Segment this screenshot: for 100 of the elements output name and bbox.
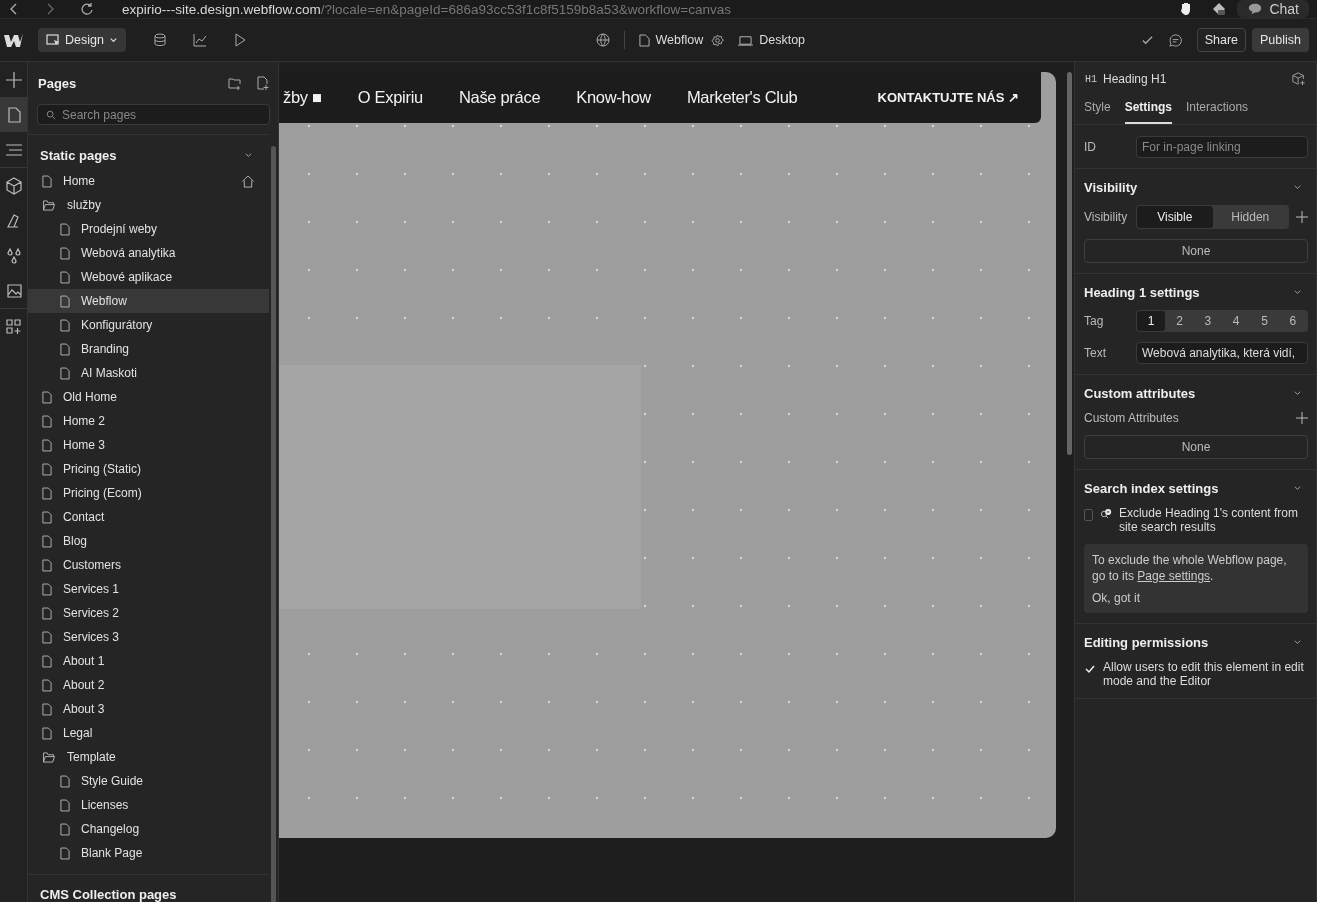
section-header[interactable]: Static pages [28,141,269,169]
page-item[interactable]: Old Home [28,385,269,409]
address-bar[interactable]: expirio---site.design.webflow.com/?locale=en&pageId=686a93cc53f1c8f5159b8a53&workflow=canvas [122,1,732,17]
page-icon [60,294,70,308]
page-item[interactable]: Services 1 [28,577,269,601]
new-folder-icon[interactable] [228,76,242,90]
segment-option[interactable]: Visible [1137,206,1213,228]
page-item[interactable]: Changelog [28,817,269,841]
page-item[interactable]: Licenses [28,793,269,817]
page-item[interactable]: About 3 [28,697,269,721]
design-mode-button[interactable]: Design [38,28,126,52]
nav-link[interactable]: Naše práce [458,88,541,107]
page-item[interactable]: Webová analytika [28,241,269,265]
page-item[interactable]: Pricing (Ecom) [28,481,269,505]
page-icon [42,558,52,572]
nav-link[interactable]: žby ■ [283,88,322,107]
page-item[interactable]: Webflow [28,289,269,313]
page-icon [60,822,70,836]
settings-icon[interactable] [711,33,725,47]
page-item[interactable]: Home 3 [28,433,269,457]
chart-icon[interactable] [192,33,207,47]
breakpoint-selector[interactable]: Desktop [738,33,806,47]
logo-icon[interactable] [4,33,24,47]
globe-icon[interactable] [595,33,610,47]
page-item[interactable]: Branding [28,337,269,361]
field-label: ID [1084,140,1097,154]
page-icon [42,630,52,644]
page-icon [60,798,70,812]
page-item[interactable]: Prodejní weby [28,217,269,241]
chevron-icon[interactable] [1293,288,1302,297]
page-icon [42,702,52,716]
component-icon[interactable] [1292,72,1306,86]
nav-link[interactable]: O Expiriu [357,88,423,107]
comment-icon[interactable] [1167,32,1183,48]
page-item[interactable]: Customers [28,553,269,577]
tag-option[interactable]: 4 [1222,311,1251,331]
page-icon [60,222,70,236]
panel-tab[interactable]: Interactions [1186,96,1249,124]
page-item[interactable]: Blog [28,529,269,553]
page-icon [60,342,70,356]
id-field[interactable]: For in-page linking [1136,136,1308,158]
page-item[interactable]: AI Maskoti [28,361,269,385]
add-icon[interactable] [1296,211,1308,223]
database-icon[interactable] [152,33,167,47]
checkbox[interactable] [1084,509,1093,521]
value-box[interactable]: None [1084,435,1308,459]
segment-option[interactable]: Hidden [1212,206,1288,228]
tag-option[interactable]: 6 [1278,311,1307,331]
page-item[interactable]: Contact [28,505,269,529]
page-item[interactable]: Blank Page [28,841,269,865]
chat-button[interactable]: Chat [1237,0,1309,18]
cursor-frame-icon [46,33,60,47]
page-icon [60,774,70,788]
nav-link[interactable]: Marketer's Club [686,88,798,107]
page-item[interactable]: Style Guide [28,769,269,793]
share-button[interactable]: Share [1196,28,1246,52]
dismiss-link[interactable]: Ok, got it [1092,591,1300,605]
tag-option[interactable]: 3 [1193,311,1222,331]
page-item[interactable]: Webové aplikace [28,265,269,289]
add-icon[interactable] [1296,412,1308,424]
tag-option[interactable]: 5 [1250,311,1279,331]
folder-icon [42,199,56,211]
tag-option[interactable]: 1 [1137,311,1166,331]
panel-tab[interactable]: Style [1084,96,1111,124]
publish-button[interactable]: Publish [1252,28,1309,52]
page-item[interactable]: About 2 [28,673,269,697]
page-item[interactable]: About 1 [28,649,269,673]
text-field[interactable]: Webová analytika, která vidí, [1136,342,1308,364]
nav-link[interactable]: Know-how [576,88,651,107]
play-icon[interactable] [232,33,247,47]
page-icon [42,582,52,596]
chevron-icon[interactable] [1293,389,1302,398]
page-item[interactable]: Services 2 [28,601,269,625]
page-item[interactable]: Services 3 [28,625,269,649]
page-item[interactable]: Home 2 [28,409,269,433]
folder-item[interactable]: Template [28,745,269,769]
section-header[interactable]: CMS Collection pages [28,874,269,902]
page-icon[interactable] [0,97,27,132]
chevron-icon[interactable] [1293,638,1302,647]
new-page-icon[interactable] [256,76,270,90]
page-selector[interactable]: Webflow [638,33,704,47]
page-item[interactable]: Home [28,169,269,193]
chevron-icon[interactable] [1293,183,1302,192]
reload-icon[interactable] [80,2,94,16]
chevron-icon[interactable] [1293,484,1302,493]
panel-tab[interactable]: Settings [1124,96,1173,124]
checkbox-label: Exclude Heading 1's content from site search results [1118,506,1299,534]
page-icon [60,270,70,284]
checkbox[interactable] [1084,663,1096,675]
page-item[interactable]: Legal [28,721,269,745]
contact-link[interactable]: KONTAKTUJTE NÁS ↗ [877,90,1019,105]
page-item[interactable]: Konfigurátory [28,313,269,337]
page-item[interactable]: Pricing (Static) [28,457,269,481]
value-box[interactable]: None [1084,239,1308,263]
section-title: Editing permissions [1084,635,1209,650]
folder-item[interactable]: služby [28,193,269,217]
search-field[interactable]: Search pages [37,104,270,125]
tag-option[interactable]: 2 [1165,311,1194,331]
extension-icon[interactable] [1211,1,1228,17]
chevron-icon[interactable] [244,150,253,160]
